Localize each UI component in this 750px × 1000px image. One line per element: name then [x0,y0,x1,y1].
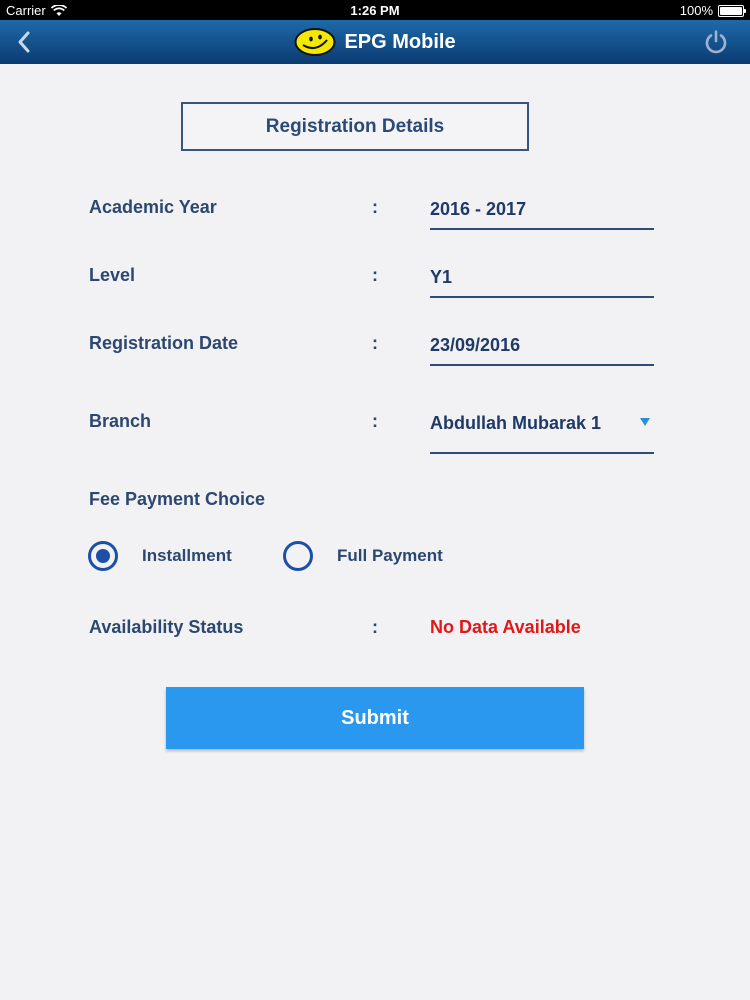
power-button[interactable] [700,26,732,58]
nav-bar: EPG Mobile [0,20,750,64]
clock: 1:26 PM [350,3,400,18]
registration-date-label: Registration Date [89,333,239,353]
level-value: Y1 [430,267,453,287]
academic-year-underline [430,228,654,230]
battery-icon [718,4,746,17]
level-colon: : [372,265,378,285]
smiley-logo-icon [294,28,336,56]
dropdown-arrow-icon[interactable] [638,415,652,429]
availability-status-label: Availability Status [89,617,244,637]
level-label: Level [89,265,136,285]
installment-radio[interactable] [88,541,118,571]
availability-status-colon: : [372,617,378,637]
academic-year-label: Academic Year [89,197,217,217]
status-bar: Carrier 1:26 PM 100% [0,0,750,20]
section-title: Registration Details [181,102,529,151]
branch-underline [430,452,654,454]
branch-dropdown[interactable]: Abdullah Mubarak 1 [430,413,654,445]
submit-button[interactable]: Submit [166,687,584,749]
branch-label: Branch [89,411,152,431]
power-icon [705,30,727,54]
availability-status-value: No Data Available [430,617,581,637]
academic-year-value: 2016 - 2017 [430,199,527,219]
installment-label[interactable]: Installment [142,546,232,566]
registration-date-colon: : [372,333,378,353]
fee-payment-label: Fee Payment Choice [89,489,266,509]
level-underline [430,296,654,298]
battery-percent: 100% [679,3,713,18]
nav-title: EPG Mobile [344,30,456,53]
academic-year-colon: : [372,197,378,217]
branch-colon: : [372,411,378,431]
registration-date-underline [430,364,654,366]
full-payment-label[interactable]: Full Payment [337,546,443,566]
registration-date-value: 23/09/2016 [430,335,521,355]
full-payment-radio[interactable] [283,541,313,571]
